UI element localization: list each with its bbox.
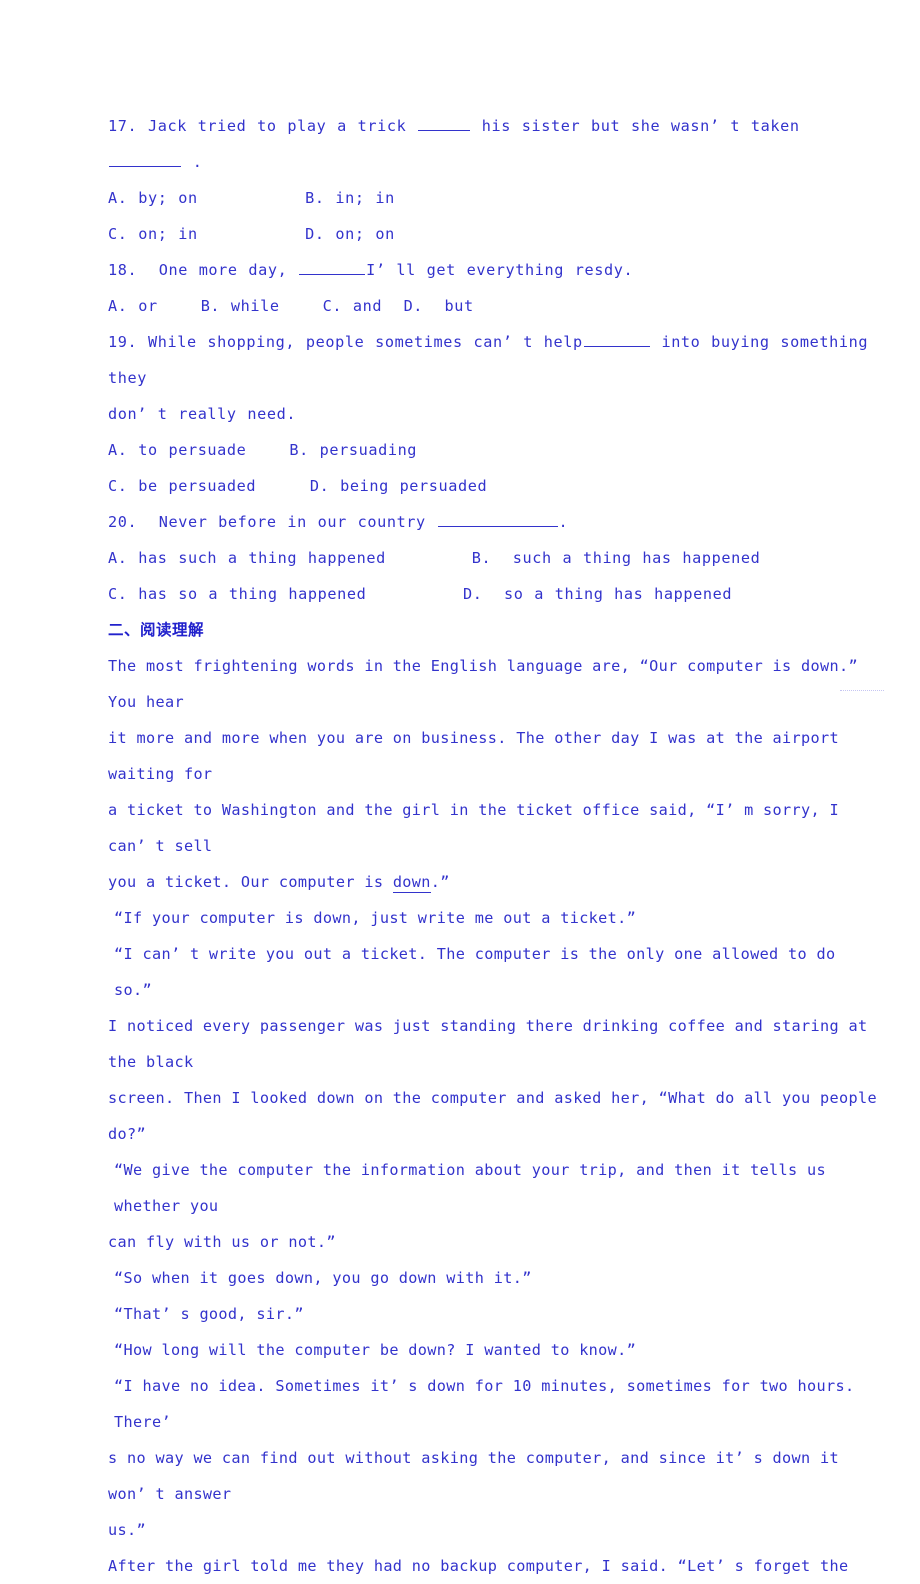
question-19-blank-1[interactable] xyxy=(583,332,650,347)
underlined-term: down xyxy=(392,873,431,893)
question-17-blank-1[interactable] xyxy=(418,116,471,131)
passage-line: s no way we can find out without asking … xyxy=(108,1449,849,1503)
passage-line: screen. Then I looked down on the comput… xyxy=(108,1089,887,1143)
passage-line: After the girl told me they had no backu… xyxy=(108,1557,849,1575)
question-19-options-row-2[interactable]: C. be persuaded D. being persuaded xyxy=(108,468,880,504)
passage-line: I noticed every passenger was just stand… xyxy=(108,1017,877,1071)
question-18-stem: 18. One more day, I’ ll get everything r… xyxy=(108,252,880,288)
passage-line: a ticket to Washington and the girl in t… xyxy=(108,801,849,855)
question-17-options-row-2[interactable]: C. on; in D. on; on xyxy=(108,216,880,252)
question-18-blank-1[interactable] xyxy=(299,260,366,275)
question-19-options-row-1[interactable]: A. to persuade B. persuading xyxy=(108,432,880,468)
question-18-stem-part2: I’ ll get everything resdy. xyxy=(366,261,634,279)
question-17-options-row-1[interactable]: A. by; on B. in; in xyxy=(108,180,880,216)
scan-artifact xyxy=(840,690,884,691)
passage-line: us.” xyxy=(108,1521,146,1539)
reading-section-header: 二、阅读理解 xyxy=(108,621,205,639)
question-20-options-row-2[interactable]: C. has so a thing happened D. so a thing… xyxy=(108,576,880,612)
question-20-stem-part1: 20. Never before in our country xyxy=(108,513,437,531)
question-18-options-row-1[interactable]: A. or B. while C. and D. but xyxy=(108,288,880,324)
question-20-options-row-1[interactable]: A. has such a thing happened B. such a t… xyxy=(108,540,880,576)
question-20-stem-part2: . xyxy=(558,513,569,531)
question-20-blank-1[interactable] xyxy=(437,512,558,527)
question-17-stem: 17. Jack tried to play a trick his siste… xyxy=(108,108,880,180)
passage-line: The most frightening words in the Englis… xyxy=(108,657,868,711)
question-17-stem-part1: 17. Jack tried to play a trick xyxy=(108,117,418,135)
question-17-blank-2[interactable] xyxy=(109,152,181,167)
document-page: 17. Jack tried to play a trick his siste… xyxy=(0,0,920,1575)
question-17-stem-part3: . xyxy=(182,153,203,171)
passage-line-with-underline: you a ticket. Our computer is down.” xyxy=(108,873,450,893)
question-17-stem-part2: his sister but she wasn’ t taken xyxy=(471,117,811,135)
passage-line: “So when it goes down, you go down with … xyxy=(114,1269,532,1287)
passage-line: “I have no idea. Sometimes it’ s down fo… xyxy=(114,1377,865,1431)
question-20-stem: 20. Never before in our country . xyxy=(108,504,880,540)
passage-line: “If your computer is down, just write me… xyxy=(114,909,637,927)
passage-line: “I can’ t write you out a ticket. The co… xyxy=(114,945,846,999)
passage-line: “We give the computer the information ab… xyxy=(114,1161,836,1215)
passage-line: “That’ s good, sir.” xyxy=(114,1305,304,1323)
question-18-stem-part1: 18. One more day, xyxy=(108,261,299,279)
passage-line: “How long will the computer be down? I w… xyxy=(114,1341,637,1359)
passage-line: can fly with us or not.” xyxy=(108,1233,336,1251)
reading-passage: The most frightening words in the Englis… xyxy=(108,648,880,1584)
question-19-stem: 19. While shopping, people sometimes can… xyxy=(108,324,880,396)
question-19-stem-part1: 19. While shopping, people sometimes can… xyxy=(108,333,583,351)
passage-line: it more and more when you are on busines… xyxy=(108,729,849,783)
question-19-stem-line-2: don’ t really need. xyxy=(108,405,297,423)
